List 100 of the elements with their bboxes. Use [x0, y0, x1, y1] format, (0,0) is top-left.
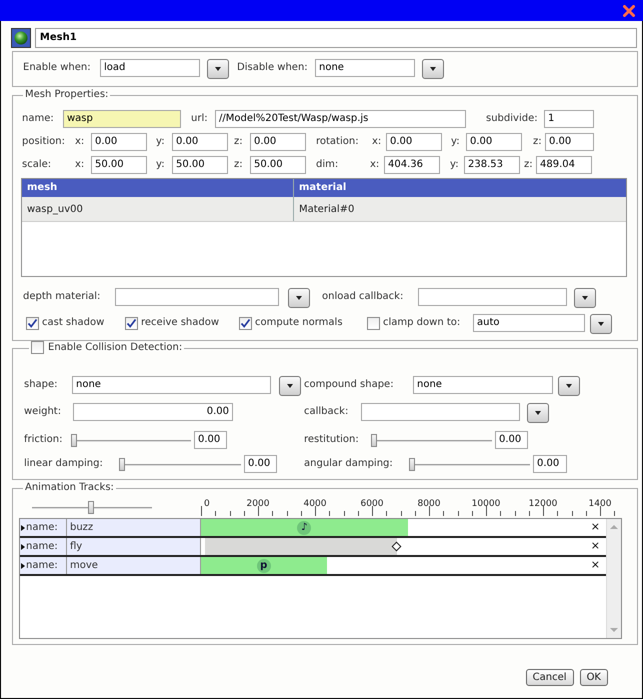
field-label: callback: — [304, 405, 350, 419]
slider[interactable] — [120, 455, 241, 473]
text-field[interactable]: 50.00 — [172, 156, 228, 174]
text-field[interactable]: 0.00 — [466, 133, 522, 151]
text-field[interactable]: none — [413, 376, 553, 394]
scroll-down-icon[interactable] — [610, 628, 618, 632]
ruler-label: 4000 — [304, 499, 326, 509]
expand-icon[interactable] — [21, 544, 25, 550]
slider-thumb[interactable] — [409, 458, 415, 471]
caret-icon — [430, 67, 436, 71]
checkbox[interactable] — [31, 341, 44, 354]
checkbox-label: receive shadow — [141, 316, 220, 330]
expand-icon[interactable] — [21, 562, 25, 568]
field-label: name: — [26, 559, 58, 573]
text-field[interactable]: 50.00 — [250, 156, 306, 174]
text-field[interactable]: 0.00 — [250, 133, 306, 151]
track-name[interactable]: move — [67, 557, 98, 574]
dropdown-button[interactable] — [558, 376, 580, 396]
text-field[interactable]: auto — [473, 314, 585, 332]
text-field[interactable]: 238.53 — [464, 156, 520, 174]
dropdown-button[interactable] — [590, 314, 612, 334]
table-row[interactable]: wasp_uv00 Material#0 — [22, 197, 626, 222]
dropdown-button[interactable] — [207, 59, 229, 79]
field-label: y: — [156, 158, 166, 172]
clip-bar[interactable] — [201, 557, 327, 574]
remove-button[interactable]: × — [590, 557, 600, 572]
clip-bar[interactable] — [201, 519, 408, 536]
checkbox-label: clamp down to: — [383, 316, 460, 330]
text-field[interactable]: 0.00 — [495, 431, 528, 449]
slider[interactable] — [72, 431, 191, 449]
text-field[interactable]: 0.00 — [545, 133, 594, 151]
field-label: compound shape: — [304, 378, 395, 392]
checkbox[interactable] — [367, 316, 380, 330]
field-label: depth material: — [23, 290, 102, 304]
text-field[interactable] — [418, 288, 567, 306]
text-field[interactable] — [115, 288, 279, 306]
slider-thumb[interactable] — [88, 501, 94, 514]
text-field[interactable]: 489.04 — [536, 156, 592, 174]
ruler-label: 0 — [204, 499, 210, 509]
ruler-label: 1400 — [588, 499, 612, 509]
slider-thumb[interactable] — [71, 434, 77, 447]
clip-bar[interactable] — [205, 538, 398, 555]
ruler-label: 8000 — [418, 499, 440, 509]
text-field[interactable] — [361, 403, 520, 421]
dialog-button[interactable]: Cancel — [526, 669, 574, 686]
column-header[interactable]: material — [294, 179, 346, 197]
text-field[interactable]: 0.00 — [73, 403, 233, 421]
scrollbar[interactable] — [606, 519, 621, 638]
text-field[interactable]: 50.00 — [91, 156, 147, 174]
text-field[interactable]: 0.00 — [91, 133, 147, 151]
text-field[interactable]: none — [72, 376, 271, 394]
text-field[interactable]: 404.36 — [384, 156, 440, 174]
field-label: angular damping: — [304, 457, 394, 471]
dropdown-button[interactable] — [527, 403, 549, 423]
slider-thumb[interactable] — [119, 458, 125, 471]
field-label: x: — [372, 135, 382, 149]
table-cell: wasp_uv00 — [22, 197, 294, 221]
text-field[interactable]: 0.00 — [533, 455, 567, 473]
field-label: y: — [450, 158, 460, 172]
text-field[interactable]: 0.00 — [194, 431, 227, 449]
slider[interactable] — [372, 431, 492, 449]
field-label: name: — [22, 112, 55, 126]
text-field[interactable]: 1 — [544, 110, 594, 128]
remove-button[interactable]: × — [590, 538, 600, 553]
dropdown-button[interactable] — [422, 59, 444, 79]
text-field[interactable]: wasp — [63, 110, 181, 128]
close-icon[interactable] — [623, 4, 635, 16]
dialog-button[interactable]: OK — [580, 669, 608, 686]
caret-icon — [215, 67, 221, 71]
field-label: name: — [26, 540, 58, 554]
field-label: onload callback: — [322, 290, 404, 304]
checkbox[interactable] — [239, 316, 252, 330]
field-label: Disable when: — [237, 61, 309, 75]
text-field[interactable]: 0.00 — [244, 455, 277, 473]
dropdown-button[interactable] — [574, 288, 596, 308]
scroll-up-icon[interactable] — [610, 525, 618, 529]
text-field[interactable]: //Model%20Test/Wasp/wasp.js — [215, 110, 466, 128]
remove-button[interactable]: × — [590, 519, 600, 534]
dropdown-button[interactable] — [288, 288, 310, 308]
text-field[interactable]: load — [100, 59, 200, 77]
expand-icon[interactable] — [21, 524, 25, 530]
field-label: friction: — [24, 433, 64, 447]
text-field[interactable]: 0.00 — [386, 133, 442, 151]
slider[interactable] — [410, 455, 530, 473]
dropdown-button[interactable] — [279, 376, 301, 396]
field-label: z: — [234, 158, 244, 172]
checkbox[interactable] — [125, 316, 138, 330]
name-field[interactable]: Mesh1 — [34, 28, 637, 48]
slider-thumb[interactable] — [371, 434, 377, 447]
text-field[interactable]: 0.00 — [172, 133, 228, 151]
field-label: z: — [533, 135, 543, 149]
zoom-slider[interactable] — [32, 498, 152, 516]
track-name[interactable]: fly — [67, 538, 82, 555]
text-field[interactable]: none — [315, 59, 415, 77]
ruler-label: 10000 — [472, 499, 500, 509]
track-name[interactable]: buzz — [67, 519, 94, 536]
caret-icon — [566, 384, 572, 388]
checkbox[interactable] — [26, 316, 39, 330]
caret-icon — [582, 296, 588, 300]
field-label: z: — [234, 135, 244, 149]
